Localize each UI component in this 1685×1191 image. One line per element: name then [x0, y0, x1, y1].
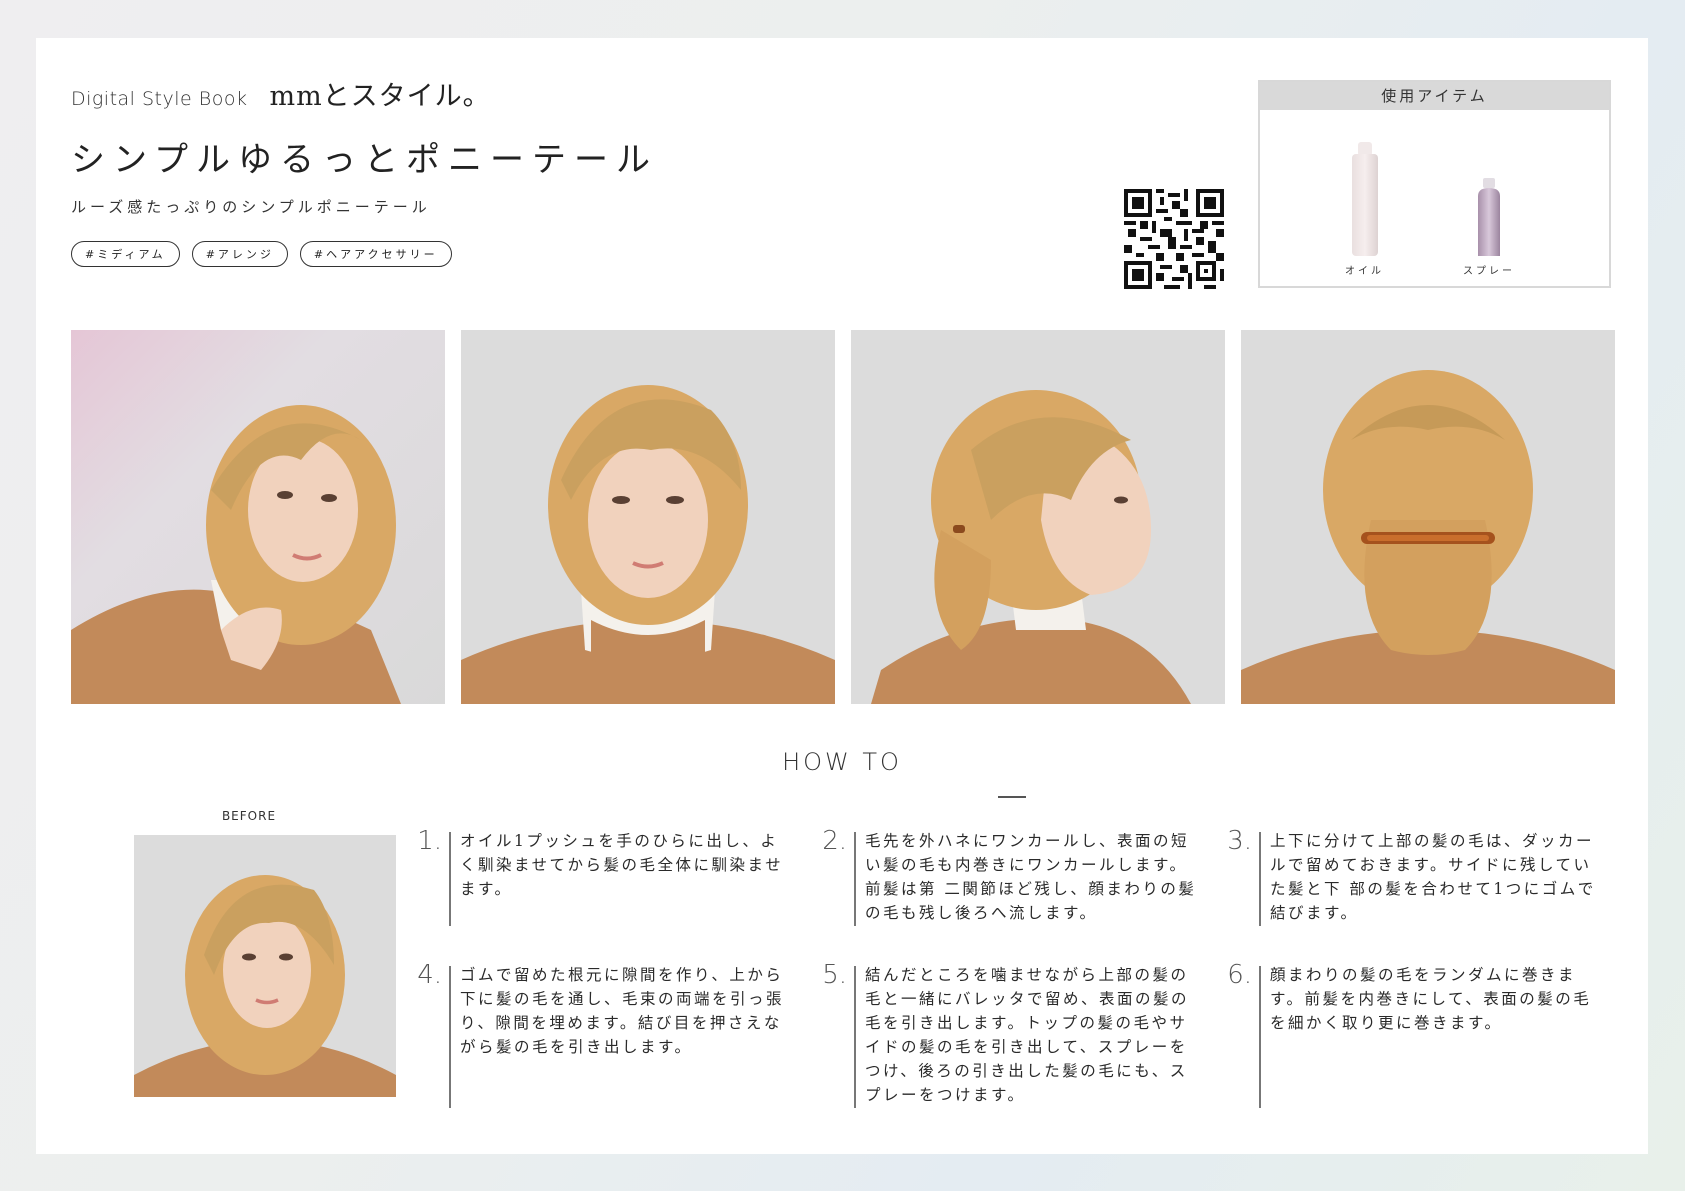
step-divider: [1259, 832, 1261, 926]
item-spray-label: スプレー: [1463, 266, 1515, 277]
spray-can-icon: [1478, 178, 1500, 256]
brand-title: mmとスタイル。: [269, 81, 491, 112]
step-6: 6. 顔まわりの髪の毛をランダムに巻きます。前髪を内巻きにして、表面の髪の毛を細…: [1218, 960, 1589, 1110]
step-text: 毛先を外ハネにワンカールし、表面の短い髪の毛も内巻きにワンカールします。前髪は第…: [865, 832, 1197, 922]
step-number: 2.: [822, 826, 847, 856]
tag-list: #ミディアム #アレンジ #ヘアアクセサリー: [71, 241, 452, 267]
step-number: 1.: [417, 826, 442, 856]
photo-angle-1: [71, 330, 445, 704]
tag-medium[interactable]: #ミディアム: [71, 241, 180, 267]
before-label: BEFORE: [221, 809, 277, 823]
item-oil[interactable]: オイル: [1345, 142, 1384, 277]
photo-angle-2: [461, 330, 835, 704]
step-3: 3. 上下に分けて上部の髪の毛は、ダッカールで留めておきます。サイドに残していた…: [1218, 826, 1593, 976]
step-text: 結んだところを噛ませながら上部の髪の毛と一緒にバレッタで留め、表面の髪の毛を引き…: [865, 966, 1190, 1104]
item-spray[interactable]: スプレー: [1463, 178, 1515, 277]
qr-code-icon[interactable]: [1124, 189, 1224, 289]
step-5: 5. 結んだところを噛ませながら上部の髪の毛と一緒にバレッタで留め、表面の髪の毛…: [813, 960, 1187, 1110]
step-number: 4.: [417, 960, 442, 990]
items-used-box: 使用アイテム オイル スプレー: [1258, 80, 1611, 288]
step-divider: [449, 966, 451, 1108]
step-1: 1. オイル1プッシュを手のひらに出し、よく馴染ませてから髪の毛全体に馴染ませま…: [408, 826, 781, 976]
step-divider: [854, 966, 856, 1108]
page-subtitle: ルーズ感たっぷりのシンプルポニーテール: [71, 198, 431, 216]
step-text: 上下に分けて上部の髪の毛は、ダッカールで留めておきます。サイドに残していた髪と下…: [1270, 832, 1596, 922]
step-text: 顔まわりの髪の毛をランダムに巻きます。前髪を内巻きにして、表面の髪の毛を細かく取…: [1270, 966, 1592, 1032]
page-title: シンプルゆるっとポニーテール: [71, 140, 658, 180]
brand-subtitle: Digital Style Book: [71, 88, 248, 110]
step-number: 5.: [822, 960, 847, 990]
step-text: ゴムで留めた根元に隙間を作り、上から下に髪の毛を通し、毛束の両端を引っ張り、隙間…: [460, 966, 785, 1056]
step-number: 3.: [1227, 826, 1252, 856]
before-photo: [134, 835, 396, 1097]
oil-bottle-icon: [1351, 142, 1378, 256]
howto-divider: [998, 796, 1026, 798]
item-oil-label: オイル: [1345, 266, 1384, 277]
howto-heading: HOW TO: [782, 748, 902, 776]
step-divider: [1259, 966, 1261, 1108]
tag-arrange[interactable]: #アレンジ: [191, 241, 288, 267]
items-used-heading: 使用アイテム: [1260, 82, 1609, 110]
step-text: オイル1プッシュを手のひらに出し、よく馴染ませてから髪の毛全体に馴染ませます。: [460, 832, 784, 898]
step-number: 6.: [1227, 960, 1252, 990]
tag-hair-accessory[interactable]: #ヘアアクセサリー: [299, 241, 452, 267]
step-divider: [449, 832, 451, 926]
style-card: Digital Style Book mmとスタイル。 シンプルゆるっとポニーテ…: [36, 38, 1648, 1154]
brand: Digital Style Book mmとスタイル。: [71, 74, 491, 113]
step-2: 2. 毛先を外ハネにワンカールし、表面の短い髪の毛も内巻きにワンカールします。前…: [813, 826, 1194, 976]
photo-angle-4: [1241, 330, 1615, 704]
step-4: 4. ゴムで留めた根元に隙間を作り、上から下に髪の毛を通し、毛束の両端を引っ張り…: [408, 960, 782, 1110]
step-divider: [854, 832, 856, 926]
photo-angle-3: [851, 330, 1225, 704]
